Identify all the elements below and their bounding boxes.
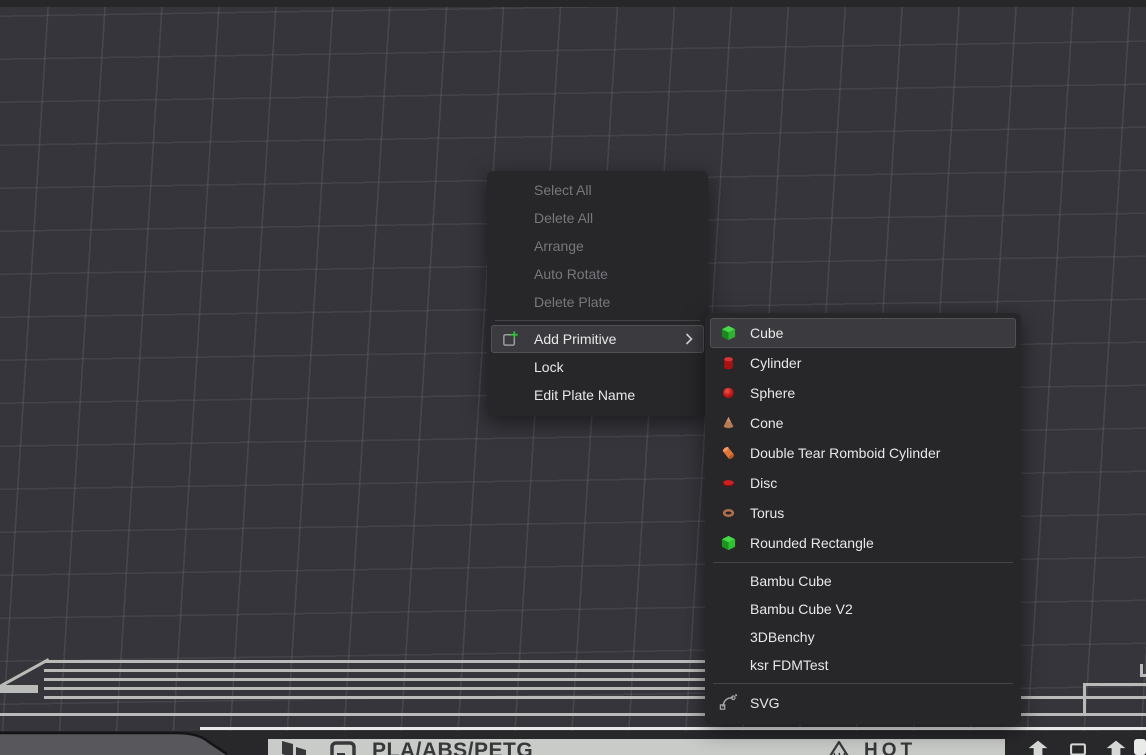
- chevron-right-icon: [685, 333, 693, 345]
- hot-surface-warning-icon: [824, 740, 854, 755]
- menu-separator: [713, 683, 1013, 684]
- cube-icon: [719, 324, 738, 343]
- menu-item-select-all: Select All: [491, 176, 704, 204]
- plate-slot-icon: [1060, 743, 1096, 755]
- submenu-import-group: SVG: [705, 688, 1021, 718]
- submenu-primitive-group: Cube Cylinder Sphere Cone: [705, 318, 1021, 558]
- torus-icon: [719, 504, 738, 523]
- menu-item-lock[interactable]: Lock: [491, 353, 704, 381]
- plate-material-label: PLA/ABS/PETG: [372, 739, 533, 755]
- menu-item-add-primitive[interactable]: Add Primitive: [491, 325, 704, 353]
- menu-item-auto-rotate: Auto Rotate: [491, 260, 704, 288]
- cylinder-icon: [719, 354, 738, 373]
- plate-corner-mark: [1134, 739, 1146, 755]
- context-menu: Select All Delete All Arrange Auto Rotat…: [487, 171, 708, 416]
- menu-item-cylinder[interactable]: Cylinder: [710, 348, 1016, 378]
- menu-item-torus[interactable]: Torus: [710, 498, 1016, 528]
- plate-front-tab: [0, 731, 240, 755]
- sphere-icon: [719, 384, 738, 403]
- slicer-3d-viewport[interactable]: PLA/ABS/PETG HOT Select All: [0, 0, 1146, 755]
- menu-item-bambu-cube-v2[interactable]: Bambu Cube V2: [710, 595, 1016, 623]
- menu-item-double-tear-romboid-cylinder[interactable]: Double Tear Romboid Cylinder: [710, 438, 1016, 468]
- submenu-model-group: Bambu Cube Bambu Cube V2 3DBenchy ksr FD…: [705, 567, 1021, 679]
- add-primitive-submenu: Cube Cylinder Sphere Cone: [705, 313, 1021, 724]
- menu-item-delete-plate: Delete Plate: [491, 288, 704, 316]
- menu-item-bambu-cube[interactable]: Bambu Cube: [710, 567, 1016, 595]
- plate-type-icon: [330, 741, 356, 755]
- menu-item-sphere[interactable]: Sphere: [710, 378, 1016, 408]
- menu-item-disc[interactable]: Disc: [710, 468, 1016, 498]
- rounded-cube-icon: [719, 534, 738, 553]
- bezier-icon: [719, 694, 738, 713]
- plate-label-strip: PLA/ABS/PETG HOT: [268, 739, 1005, 755]
- menu-separator: [713, 562, 1013, 563]
- viewport-top-edge: [0, 0, 1146, 7]
- arrow-up-icon: [1020, 740, 1056, 755]
- disc-icon: [719, 474, 738, 493]
- menu-separator: [495, 320, 700, 321]
- menu-item-delete-all: Delete All: [491, 204, 704, 232]
- context-menu-disabled-group: Select All Delete All Arrange Auto Rotat…: [487, 176, 708, 316]
- menu-item-cone[interactable]: Cone: [710, 408, 1016, 438]
- menu-item-ksr-fdmtest[interactable]: ksr FDMTest: [710, 651, 1016, 679]
- bambu-logo-icon: [282, 741, 314, 755]
- plate-hot-label: HOT: [864, 739, 916, 755]
- menu-item-3dbenchy[interactable]: 3DBenchy: [710, 623, 1016, 651]
- add-primitive-icon: [501, 330, 520, 349]
- arrow-up-icon: [1098, 740, 1134, 755]
- menu-item-edit-plate-name[interactable]: Edit Plate Name: [491, 381, 704, 409]
- cone-icon: [719, 414, 738, 433]
- context-menu-action-group: Add Primitive Lock Edit Plate Name: [487, 325, 708, 409]
- menu-item-cube[interactable]: Cube: [710, 318, 1016, 348]
- menu-item-svg[interactable]: SVG: [710, 688, 1016, 718]
- menu-item-arrange: Arrange: [491, 232, 704, 260]
- tilted-cylinder-icon: [719, 444, 738, 463]
- menu-item-rounded-rectangle[interactable]: Rounded Rectangle: [710, 528, 1016, 558]
